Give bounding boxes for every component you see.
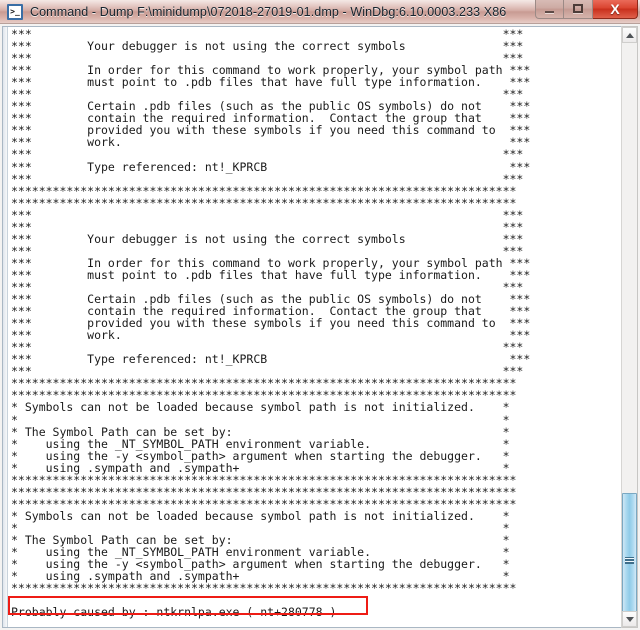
console-line: *** *** — [11, 147, 524, 162]
maximize-restore-button[interactable] — [564, 0, 593, 19]
console-output: *** *** *** Your debugger is not using th… — [11, 28, 621, 627]
client-area: *** *** *** Your debugger is not using th… — [0, 24, 640, 630]
restore-icon — [573, 4, 583, 13]
close-icon: X — [610, 0, 620, 17]
scrollbar-thumb[interactable] — [622, 493, 637, 627]
console-line: *** Type referenced: nt!_KPRCB *** — [11, 159, 531, 174]
console-line: * * — [11, 412, 510, 427]
chevron-down-icon — [625, 616, 634, 622]
console-line: * using .sympath and .sympath+ * — [11, 460, 510, 475]
grip-icon — [625, 556, 634, 564]
console-line: *** *** — [11, 171, 524, 186]
scroll-down-button[interactable] — [622, 611, 637, 627]
console-line: * Symbols can not be loaded because symb… — [11, 400, 510, 415]
console-app-icon: >_ — [7, 3, 23, 20]
console-line: Probably caused by : ntkrnlpa.exe ( nt+2… — [11, 605, 337, 620]
title-bar[interactable]: >_ Command - Dump F:\minidump\072018-270… — [0, 0, 640, 24]
scroll-up-button[interactable] — [622, 27, 637, 43]
console-line: * using the _NT_SYMBOL_PATH environment … — [11, 436, 510, 451]
windbg-window: >_ Command - Dump F:\minidump\072018-270… — [0, 0, 640, 630]
minimize-icon — [545, 10, 554, 13]
console-line: ****************************************… — [11, 581, 517, 596]
console-line: ****************************************… — [11, 472, 517, 487]
console-line: *** *** — [11, 219, 524, 234]
console-line: * using the -y <symbol_path> argument wh… — [11, 448, 510, 463]
console-line: ****************************************… — [11, 183, 517, 198]
vertical-scrollbar[interactable] — [621, 26, 638, 628]
caption-button-group: X — [535, 0, 638, 23]
console-line: ****************************************… — [11, 195, 517, 210]
minimize-button[interactable] — [535, 0, 564, 19]
console-line: * The Symbol Path can be set by: * — [11, 424, 510, 439]
close-button[interactable]: X — [593, 0, 638, 19]
window-title: Command - Dump F:\minidump\072018-27019-… — [30, 4, 507, 19]
console-line: *** *** — [11, 207, 524, 222]
chevron-up-icon — [625, 32, 634, 38]
command-output-pane[interactable]: *** *** *** Your debugger is not using th… — [2, 26, 621, 628]
